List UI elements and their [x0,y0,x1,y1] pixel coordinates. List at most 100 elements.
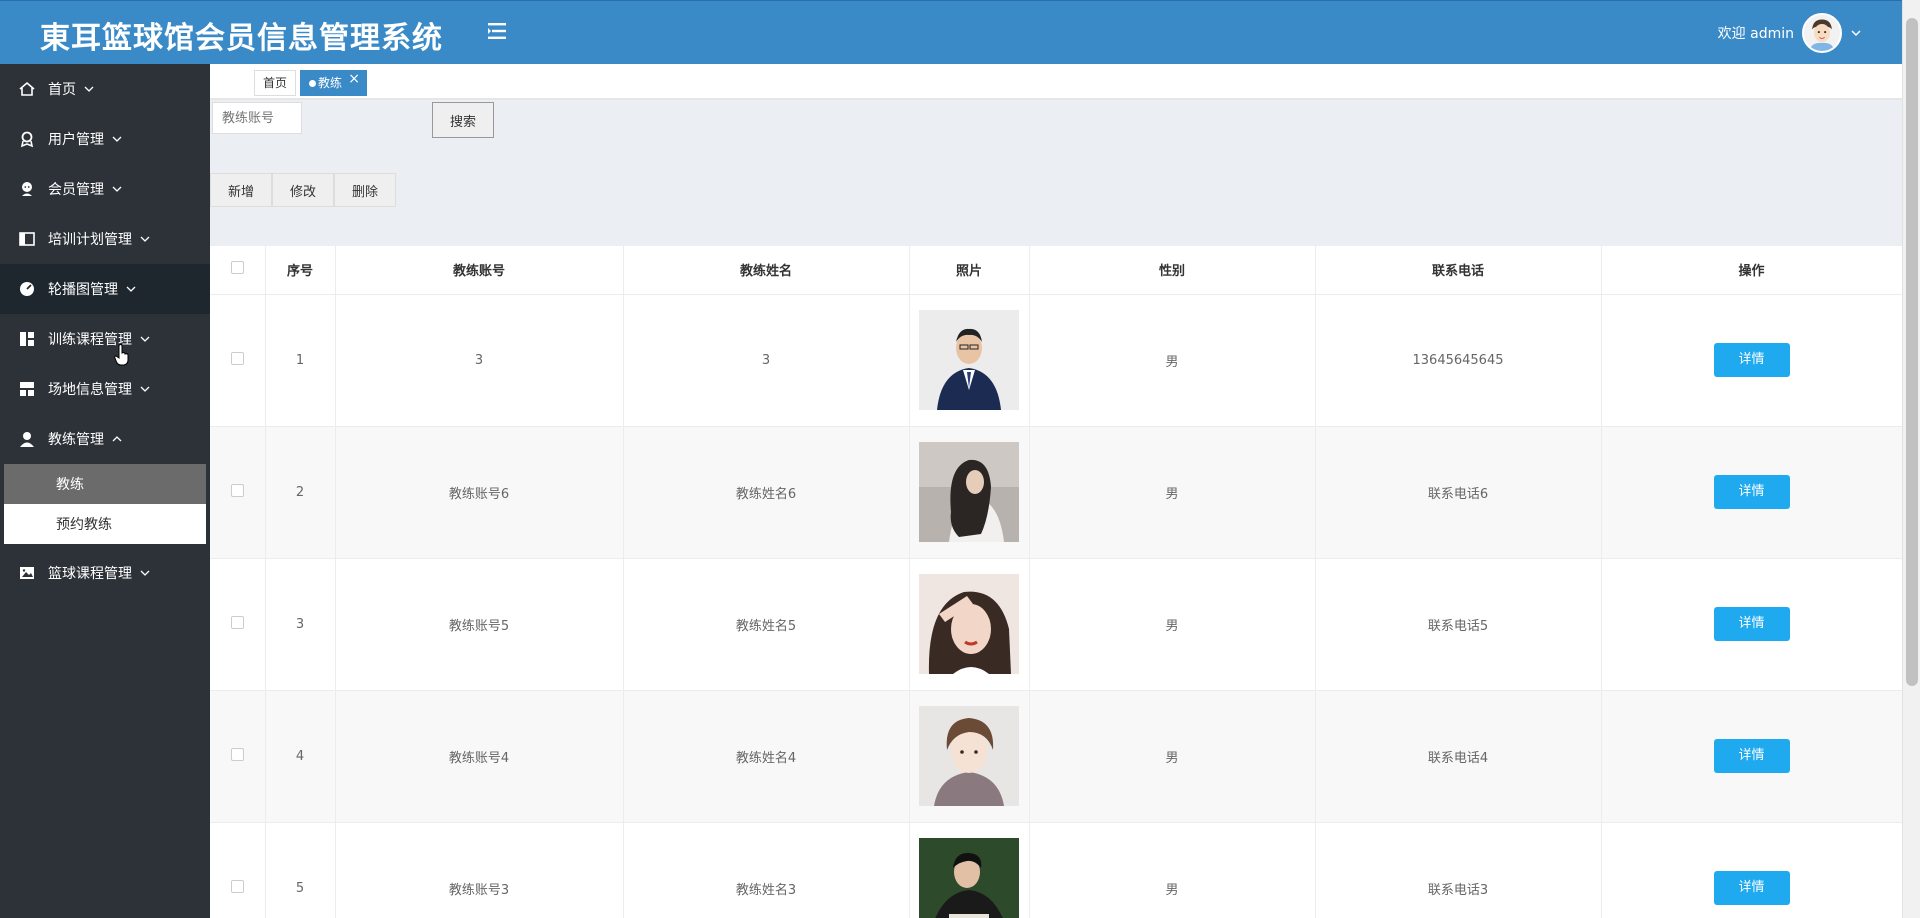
detail-button[interactable]: 详情 [1713,871,1790,905]
cell-phone: 13645645645 [1315,294,1602,427]
sidebar-item-home[interactable]: 首页 [0,64,210,114]
detail-button[interactable]: 详情 [1713,739,1790,773]
select-cell [210,294,266,427]
chevron-up-icon [112,434,122,444]
table-row: 2 教练账号6 教练姓名6 男 联系电话6 详情 [210,426,1902,559]
cell-index: 3 [265,558,336,691]
active-dot-icon [309,80,316,87]
add-button[interactable]: 新增 [210,173,272,207]
sidebar-item-label: 培训计划管理 [48,232,132,248]
cell-gender: 男 [1029,426,1316,559]
detail-button[interactable]: 详情 [1713,475,1790,509]
page-scrollbar[interactable] [1902,0,1920,918]
sidebar-item-label: 轮播图管理 [48,282,118,298]
coach-photo [919,706,1019,806]
sidebar-item-training-plan[interactable]: 培训计划管理 [0,214,210,264]
row-checkbox[interactable] [230,483,244,497]
cell-account: 教练账号5 [335,558,624,691]
header-phone: 联系电话 [1315,246,1602,295]
row-checkbox[interactable] [230,879,244,893]
sidebar-item-carousel[interactable]: 轮播图管理 [0,264,210,314]
sidebar-item-venues[interactable]: 场地信息管理 [0,364,210,414]
row-checkbox[interactable] [230,351,244,365]
cell-phone: 联系电话6 [1315,426,1602,559]
chevron-down-icon [1851,30,1861,37]
detail-button[interactable]: 详情 [1713,343,1790,377]
table-row: 4 教练账号4 教练姓名4 男 联系电话4 详情 [210,690,1902,823]
table-row: 5 教练账号3 教练姓名3 男 联系电话3 详情 [210,822,1902,918]
tabs-bar: 首页 教练 × [210,64,1902,100]
tab-coach-label: 教练 [318,76,343,90]
cell-account: 3 [335,294,624,427]
table-header-row: 序号 教练账号 教练姓名 照片 性别 联系电话 操作 [210,246,1902,295]
cell-photo [909,426,1030,559]
welcome-text: 欢迎 admin [1717,26,1794,42]
chevron-down-icon [140,568,150,578]
select-all-cell [210,246,266,295]
detail-button[interactable]: 详情 [1713,607,1790,641]
cell-name: 教练姓名3 [623,822,910,918]
delete-button[interactable]: 删除 [334,173,396,207]
submenu-item-coach[interactable]: 教练 [4,464,206,504]
sidebar-item-coaches[interactable]: 教练管理 [0,414,210,464]
sidebar-item-label: 会员管理 [48,182,104,198]
chevron-down-icon [140,384,150,394]
cell-phone: 联系电话3 [1315,822,1602,918]
sidebar-item-users[interactable]: 用户管理 [0,114,210,164]
header-account: 教练账号 [335,246,624,295]
sidebar-item-courses[interactable]: 训练课程管理 [0,314,210,364]
scrollbar-thumb[interactable] [1906,18,1918,686]
tab-coach[interactable]: 教练 × [300,67,368,96]
cell-action: 详情 [1601,426,1902,559]
coach-table: 序号 教练账号 教练姓名 照片 性别 联系电话 操作 1 3 3 男 13645… [210,246,1902,918]
cell-phone: 联系电话5 [1315,558,1602,691]
cell-account: 教练账号6 [335,426,624,559]
header-name: 教练姓名 [623,246,910,295]
cell-gender: 男 [1029,558,1316,691]
search-input[interactable] [212,102,302,134]
select-cell [210,558,266,691]
row-checkbox[interactable] [230,747,244,761]
chevron-down-icon [112,134,122,144]
member-icon [18,180,36,198]
cell-action: 详情 [1601,822,1902,918]
cell-name: 教练姓名5 [623,558,910,691]
sidebar-item-members[interactable]: 会员管理 [0,164,210,214]
user-menu[interactable]: 欢迎 admin [1718,11,1862,55]
select-cell [210,426,266,559]
chevron-down-icon [126,284,136,294]
cell-name: 教练姓名4 [623,690,910,823]
sidebar-item-basketball-courses[interactable]: 篮球课程管理 [0,548,210,598]
person-icon [18,430,36,448]
cell-gender: 男 [1029,822,1316,918]
close-icon[interactable]: × [348,67,360,91]
cell-action: 详情 [1601,294,1902,427]
app-title: 東耳篮球馆会员信息管理系统 [40,21,443,56]
panel-icon [18,230,36,248]
avatar[interactable] [1802,13,1842,53]
select-cell [210,822,266,918]
coach-photo [919,574,1019,674]
table-row: 1 3 3 男 13645645645 详情 [210,294,1902,427]
coach-photo [919,838,1019,918]
search-button[interactable]: 搜索 [432,102,494,138]
menu-toggle-icon[interactable] [484,19,510,43]
cell-photo [909,690,1030,823]
row-checkbox[interactable] [230,615,244,629]
coach-submenu: 教练 预约教练 [4,464,206,544]
hand-cursor-icon [114,344,129,366]
chevron-down-icon [84,84,94,94]
table-row: 3 教练账号5 教练姓名5 男 联系电话5 详情 [210,558,1902,691]
image-icon [18,564,36,582]
cell-index: 1 [265,294,336,427]
chevron-down-icon [140,234,150,244]
cell-photo [909,822,1030,918]
select-all-checkbox[interactable] [230,261,244,275]
header-gender: 性别 [1029,246,1316,295]
chevron-down-icon [112,184,122,194]
submenu-item-book-coach[interactable]: 预约教练 [4,504,206,544]
cell-index: 4 [265,690,336,823]
tab-home[interactable]: 首页 [254,70,297,96]
edit-button[interactable]: 修改 [272,173,334,207]
cell-account: 教练账号4 [335,690,624,823]
